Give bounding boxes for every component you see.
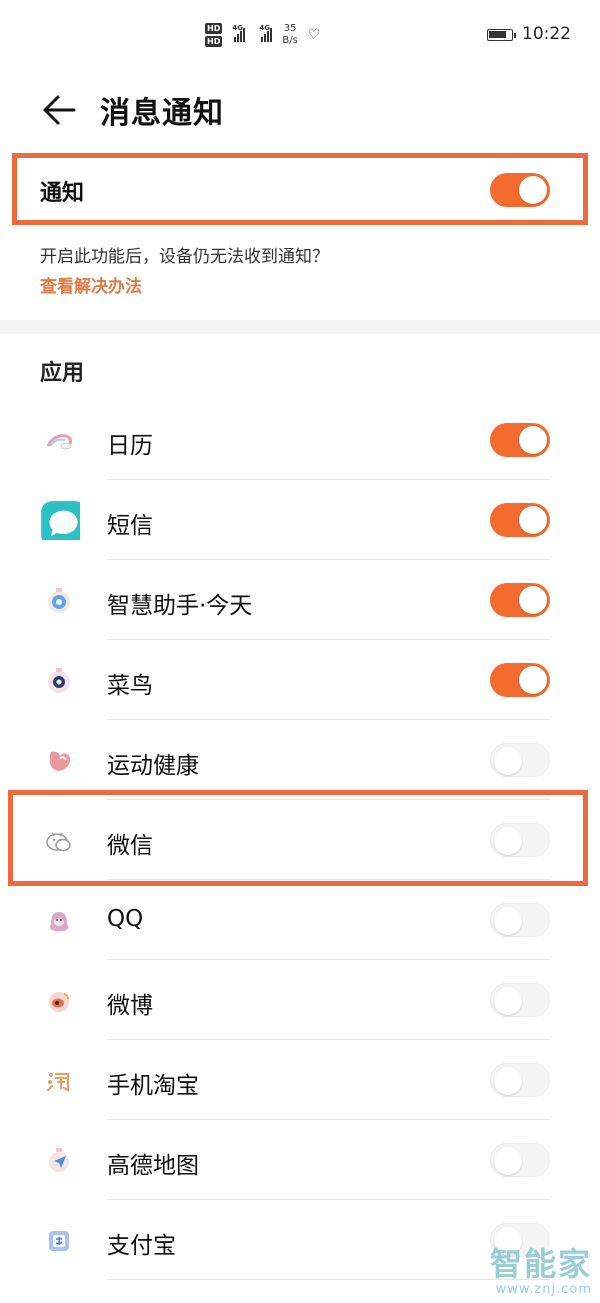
toggle-knob (519, 506, 547, 534)
app-row-amap[interactable]: 高德地图 (0, 1120, 600, 1200)
toggle-knob (519, 176, 547, 204)
back-arrow-icon[interactable] (40, 90, 80, 130)
app-name: 菜鸟 (107, 673, 153, 699)
watermark: 智能家 www.znj.com (490, 1246, 592, 1297)
app-toggle-assistant[interactable] (490, 583, 550, 617)
calendar-icon (46, 434, 72, 450)
status-indicators: HD HD 4G 4G 35 B/s ♡ (205, 18, 320, 52)
wechat-icon (46, 832, 71, 852)
app-toggle-health[interactable] (490, 743, 550, 777)
notification-hint: 开启此功能后，设备仍无法收到通知？ (40, 247, 329, 267)
app-toggle-amap[interactable] (490, 1143, 550, 1177)
toggle-knob (519, 666, 547, 694)
app-row-health[interactable]: 运动健康 (0, 720, 600, 800)
alipay-icon (49, 1231, 69, 1251)
app-name: 短信 (107, 513, 153, 539)
toggle-knob (519, 426, 547, 454)
solution-link[interactable]: 查看解决办法 (40, 272, 142, 297)
app-name: 微博 (107, 993, 153, 1019)
row-divider (107, 1279, 550, 1280)
toggle-knob (494, 827, 522, 855)
app-name: 日历 (107, 433, 153, 459)
status-bar: HD HD 4G 4G 35 B/s ♡ 10:22 (0, 0, 600, 70)
app-row-qq[interactable]: QQ (0, 880, 600, 960)
speed-unit: B/s (282, 35, 298, 46)
assistant-icon (48, 588, 70, 613)
hd-badge: HD (205, 23, 223, 34)
app-toggle-messages[interactable] (490, 503, 550, 537)
app-toggle-wechat[interactable] (490, 823, 550, 857)
page-title: 消息通知 (100, 96, 224, 131)
app-row-weibo[interactable]: 微博 (0, 960, 600, 1040)
watermark-logo: 智能家 (489, 1245, 592, 1283)
app-list: 日历 短信 智慧助手·今天 菜鸟 运动健康 微信 QQ 微博 手机淘宝 高德地图… (0, 400, 600, 1280)
health-icon (50, 751, 71, 771)
network-type: 4G (232, 24, 243, 32)
speed-value: 35 (283, 23, 297, 34)
section-divider (0, 320, 600, 334)
app-toggle-taobao[interactable] (490, 1063, 550, 1097)
signal-icon: 4G (232, 24, 246, 42)
hd-badge: HD (205, 36, 223, 47)
notification-label: 通知 (40, 181, 85, 206)
app-toggle-qq[interactable] (490, 903, 550, 937)
hd-indicator: HD HD (205, 23, 223, 47)
qq-icon (49, 912, 69, 932)
network-speed: 35 B/s (282, 23, 297, 47)
messages-icon (41, 501, 80, 540)
app-row-calendar[interactable]: 日历 (0, 400, 600, 480)
header: 消息通知 (0, 70, 600, 150)
app-name: QQ (107, 906, 144, 932)
app-toggle-cainiao[interactable] (490, 663, 550, 697)
network-type: 4G (259, 24, 270, 32)
app-name: 手机淘宝 (107, 1073, 199, 1099)
app-name: 支付宝 (107, 1233, 176, 1259)
toggle-knob (494, 1067, 522, 1095)
signal-icon: 4G (259, 24, 273, 42)
app-row-assistant[interactable]: 智慧助手·今天 (0, 560, 600, 640)
app-name: 高德地图 (107, 1153, 199, 1179)
app-name: 智慧助手·今天 (107, 593, 253, 619)
toggle-knob (519, 586, 547, 614)
notification-master-toggle[interactable] (490, 173, 550, 207)
amap-icon (49, 1148, 69, 1172)
app-row-wechat[interactable]: 微信 (0, 800, 600, 880)
taobao-icon (46, 1072, 70, 1092)
cainiao-icon (48, 668, 70, 693)
toggle-knob (494, 747, 522, 775)
watermark-url: www.znj.com (495, 1282, 592, 1297)
section-title-apps: 应用 (40, 361, 85, 386)
app-toggle-weibo[interactable] (490, 983, 550, 1017)
toggle-knob (494, 987, 522, 1015)
toggle-knob (494, 1147, 522, 1175)
toggle-knob (494, 907, 522, 935)
notification-master-row[interactable]: 通知 (0, 155, 600, 225)
app-row-messages[interactable]: 短信 (0, 480, 600, 560)
weibo-icon (49, 992, 69, 1012)
heart-rate-icon: ♡ (307, 27, 321, 43)
status-time: 10:22 (522, 24, 571, 44)
app-toggle-calendar[interactable] (490, 423, 550, 457)
app-name: 运动健康 (107, 753, 199, 779)
app-row-cainiao[interactable]: 菜鸟 (0, 640, 600, 720)
battery-icon (487, 29, 516, 41)
app-row-taobao[interactable]: 手机淘宝 (0, 1040, 600, 1120)
app-name: 微信 (107, 833, 153, 859)
